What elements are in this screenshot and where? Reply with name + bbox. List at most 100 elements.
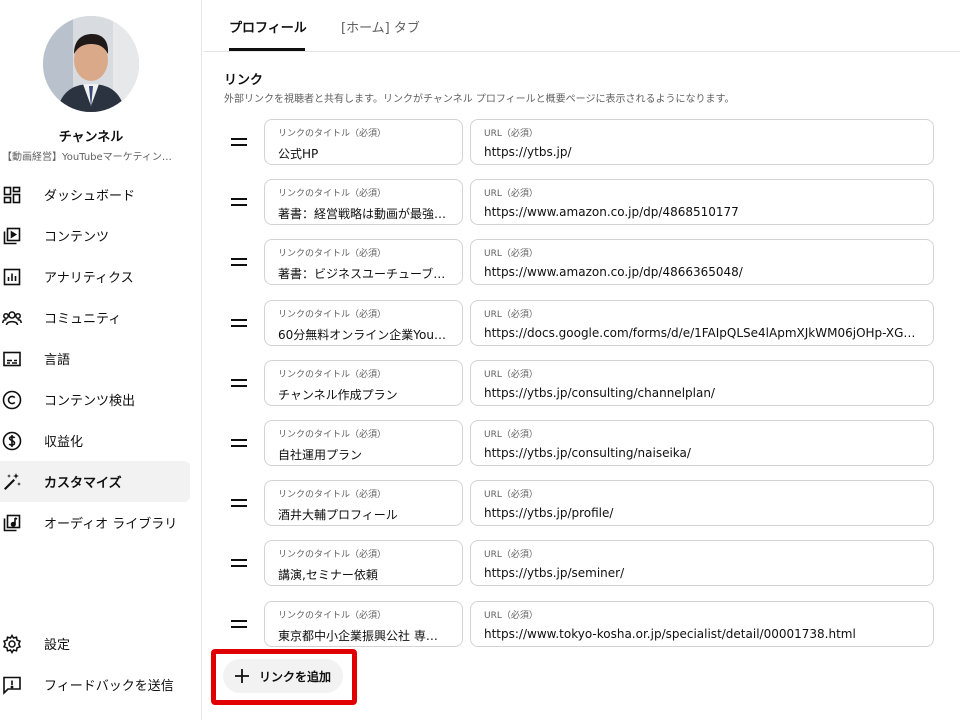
link-title-input[interactable]: 60分無料オンライン企業YouTube相談 (278, 326, 448, 343)
link-title-field-label: リンクのタイトル（必須） (278, 249, 387, 260)
sidebar-item-label: オーディオ ライブラリ (44, 517, 178, 532)
sidebar-item-label: アナリティクス (44, 271, 134, 286)
link-title-field[interactable]: リンクのタイトル（必須） 60分無料オンライン企業YouTube相談 (264, 299, 463, 346)
link-title-field-label: リンクのタイトル（必須） (278, 610, 387, 621)
sidebar-item-label: フィードバックを送信 (44, 679, 174, 694)
link-url-field[interactable]: URL（必須） https://ytbs.jp/seminer/ (470, 540, 934, 587)
link-row: リンクのタイトル（必須） 東京都中小企業振興公社 専門家派遣 URL（必須） h… (223, 600, 935, 647)
community-icon (2, 308, 22, 328)
link-row: リンクのタイトル（必須） 著書：ビジネスユーチューブ入門 URL（必須） htt… (223, 239, 935, 286)
link-title-input[interactable]: 著書：ビジネスユーチューブ入門 (278, 265, 448, 282)
link-title-input[interactable]: 酒井大輔プロフィール (278, 506, 448, 523)
link-title-field[interactable]: リンクのタイトル（必須） 講演,セミナー依頼 (264, 540, 463, 587)
drag-handle-icon[interactable] (229, 252, 249, 272)
add-link-button[interactable]: リンクを追加 (223, 659, 343, 693)
drag-handle-icon[interactable] (229, 192, 249, 212)
drag-handle-icon[interactable] (229, 553, 249, 573)
sidebar-item-audio-library[interactable]: オーディオ ライブラリ (0, 502, 190, 543)
sidebar-item-label: 言語 (44, 353, 71, 368)
link-url-input[interactable]: https://ytbs.jp/consulting/channelplan/ (484, 386, 919, 400)
link-url-field-label: URL（必須） (484, 490, 538, 501)
link-title-field-label: リンクのタイトル（必須） (278, 550, 387, 561)
link-url-field[interactable]: URL（必須） https://ytbs.jp/consulting/chann… (470, 359, 934, 406)
link-url-field-label: URL（必須） (484, 129, 538, 139)
link-title-input[interactable]: 公式HP (278, 145, 448, 162)
link-url-input[interactable]: https://www.amazon.co.jp/dp/4866365048/ (484, 265, 919, 279)
drag-handle-icon[interactable] (229, 313, 249, 333)
channel-avatar[interactable] (43, 16, 139, 112)
link-url-input[interactable]: https://www.tokyo-kosha.or.jp/specialist… (484, 627, 919, 641)
subtitles-icon (2, 349, 22, 369)
link-title-input[interactable]: 著書：経営戦略は動画が最強の武器になる (278, 205, 448, 222)
sidebar-item-customize[interactable]: カスタマイズ (0, 461, 190, 502)
link-url-field-label: URL（必須） (484, 430, 538, 440)
link-title-field-label: リンクのタイトル（必須） (278, 189, 387, 200)
link-title-input[interactable]: チャンネル作成プラン (278, 386, 448, 403)
link-title-field[interactable]: リンクのタイトル（必須） 東京都中小企業振興公社 専門家派遣 (264, 600, 463, 647)
link-url-field[interactable]: URL（必須） https://ytbs.jp/consulting/naise… (470, 420, 934, 466)
sidebar: チャンネル 【動画経営】YouTubeマーケティングチャンネル ダッシュボード … (0, 0, 202, 720)
sidebar-item-analytics[interactable]: アナリティクス (0, 256, 190, 297)
link-url-field-label: URL（必須） (484, 369, 538, 380)
sidebar-item-settings[interactable]: 設定 (0, 623, 190, 664)
drag-handle-icon[interactable] (229, 373, 249, 393)
sidebar-item-community[interactable]: コミュニティ (0, 297, 190, 338)
link-url-input[interactable]: https://www.amazon.co.jp/dp/4868510177 (484, 205, 919, 219)
drag-handle-icon[interactable] (229, 614, 249, 634)
link-title-field[interactable]: リンクのタイトル（必須） 自社運用プラン (264, 420, 463, 466)
drag-handle-icon[interactable] (229, 493, 249, 513)
link-url-input[interactable]: https://ytbs.jp/ (484, 145, 919, 159)
link-title-field[interactable]: リンクのタイトル（必須） 酒井大輔プロフィール (264, 480, 463, 527)
link-row: リンクのタイトル（必須） 60分無料オンライン企業YouTube相談 URL（必… (223, 299, 935, 346)
link-url-input[interactable]: https://ytbs.jp/consulting/naiseika/ (484, 446, 919, 460)
drag-handle-icon[interactable] (229, 433, 249, 453)
link-url-input[interactable]: https://docs.google.com/forms/d/e/1FAIpQ… (484, 326, 919, 340)
link-title-field-label: リンクのタイトル（必須） (278, 129, 387, 139)
link-url-field[interactable]: URL（必須） https://www.amazon.co.jp/dp/4868… (470, 179, 934, 226)
sidebar-item-feedback[interactable]: フィードバックを送信 (0, 664, 190, 705)
sidebar-nav: ダッシュボード コンテンツ アナリティクス コミュニティ 言語 コンテンツ検出 … (0, 174, 190, 543)
dashboard-icon (2, 185, 22, 205)
sidebar-item-monetization[interactable]: 収益化 (0, 420, 190, 461)
link-url-field-label: URL（必須） (484, 189, 538, 200)
link-title-field[interactable]: リンクのタイトル（必須） 著書：経営戦略は動画が最強の武器になる (264, 179, 463, 226)
link-title-field[interactable]: リンクのタイトル（必須） チャンネル作成プラン (264, 359, 463, 406)
sidebar-item-dashboard[interactable]: ダッシュボード (0, 174, 190, 215)
link-url-input[interactable]: https://ytbs.jp/profile/ (484, 506, 919, 520)
link-title-field-label: リンクのタイトル（必須） (278, 490, 387, 501)
sidebar-item-label: コンテンツ (44, 230, 110, 245)
link-url-field-label: URL（必須） (484, 550, 538, 561)
link-title-field[interactable]: リンクのタイトル（必須） 公式HP (264, 119, 463, 165)
link-title-input[interactable]: 自社運用プラン (278, 446, 448, 463)
link-url-field[interactable]: URL（必須） https://www.amazon.co.jp/dp/4866… (470, 239, 934, 286)
link-title-input[interactable]: 講演,セミナー依頼 (278, 566, 448, 583)
link-title-field[interactable]: リンクのタイトル（必須） 著書：ビジネスユーチューブ入門 (264, 239, 463, 286)
tab-profile[interactable]: プロフィール (229, 0, 307, 52)
tab-home[interactable]: [ホーム] タブ (341, 0, 420, 52)
links-section-title: リンク (224, 73, 264, 88)
magic-wand-icon (2, 472, 22, 492)
active-tab-underline (229, 48, 305, 51)
analytics-icon (2, 267, 22, 287)
sidebar-item-label: コンテンツ検出 (44, 394, 136, 409)
link-row: リンクのタイトル（必須） 公式HP URL（必須） https://ytbs.j… (223, 119, 935, 165)
link-url-field[interactable]: URL（必須） https://ytbs.jp/profile/ (470, 480, 934, 527)
content-icon (2, 226, 22, 246)
sidebar-item-label: 設定 (44, 638, 71, 653)
feedback-icon (2, 675, 22, 695)
audio-library-icon (2, 513, 22, 533)
link-url-field[interactable]: URL（必須） https://ytbs.jp/ (470, 119, 934, 165)
sidebar-item-content[interactable]: コンテンツ (0, 215, 190, 256)
sidebar-item-label: ダッシュボード (44, 189, 136, 204)
link-title-input[interactable]: 東京都中小企業振興公社 専門家派遣 (278, 627, 448, 644)
sidebar-item-language[interactable]: 言語 (0, 338, 190, 379)
link-row: リンクのタイトル（必須） 講演,セミナー依頼 URL（必須） https://y… (223, 540, 935, 587)
link-url-input[interactable]: https://ytbs.jp/seminer/ (484, 566, 919, 580)
link-row: リンクのタイトル（必須） チャンネル作成プラン URL（必須） https://… (223, 359, 935, 406)
sidebar-item-content-detection[interactable]: コンテンツ検出 (0, 379, 190, 420)
link-title-field-label: リンクのタイトル（必須） (278, 430, 387, 440)
link-url-field[interactable]: URL（必須） https://www.tokyo-kosha.or.jp/sp… (470, 600, 934, 647)
drag-handle-icon[interactable] (229, 132, 249, 152)
link-url-field[interactable]: URL（必須） https://docs.google.com/forms/d/… (470, 299, 934, 346)
dollar-icon (2, 431, 22, 451)
